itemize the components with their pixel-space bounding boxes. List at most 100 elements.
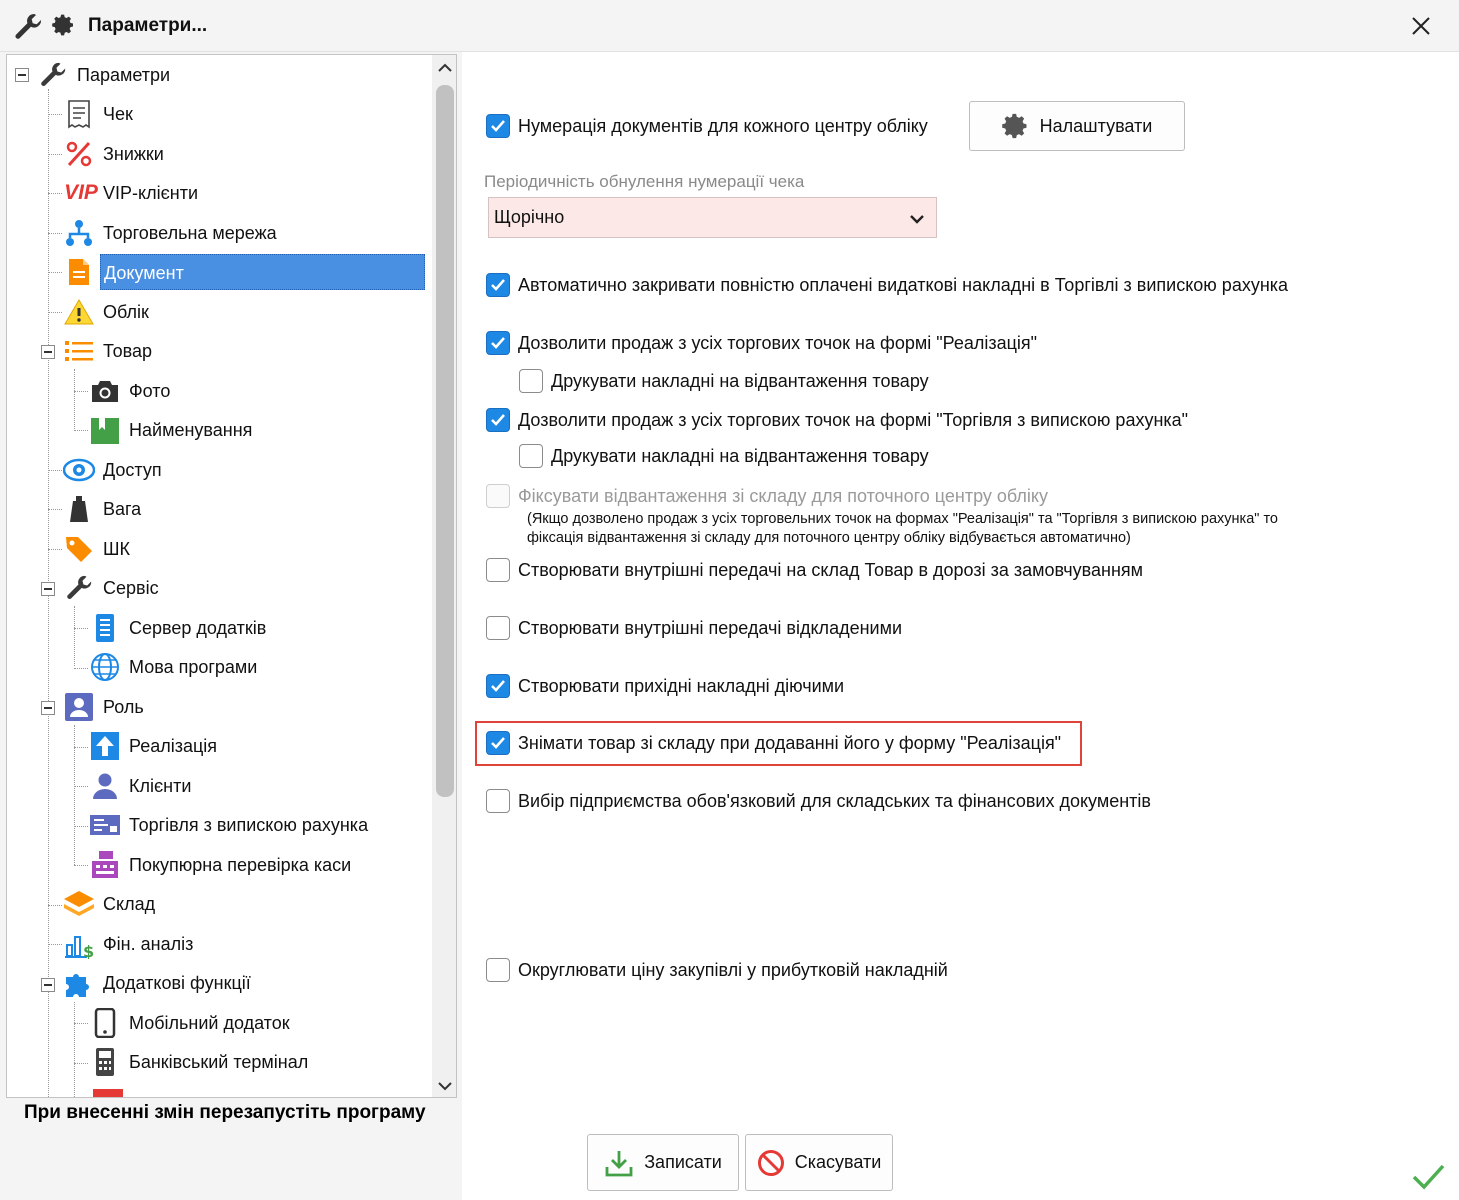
tree-item-label: Вага	[103, 499, 142, 519]
server-icon	[89, 612, 121, 644]
chevron-down-icon	[438, 1082, 452, 1091]
tree-item-label: Сервер додатків	[129, 618, 267, 638]
allow-sale-trade-option[interactable]: Дозволити продаж з усіх торгових точок н…	[486, 408, 1188, 432]
numbering-checkbox[interactable]	[486, 114, 510, 138]
cancel-button[interactable]: Скасувати	[745, 1134, 893, 1191]
expander-parametry[interactable]	[15, 68, 29, 82]
print-invoices-1-checkbox[interactable]	[519, 369, 543, 393]
enterprise-required-label: Вибір підприємства обов'язковий для скла…	[518, 790, 1151, 811]
tree-item-sklad[interactable]: Склад	[63, 886, 158, 922]
internal-transit-label: Створювати внутрішні передачі на склад Т…	[518, 559, 1144, 580]
round-price-checkbox[interactable]	[486, 958, 510, 982]
cancel-icon	[757, 1149, 785, 1177]
scroll-down-button[interactable]	[432, 1073, 456, 1097]
tree-item-kliienty[interactable]: Клієнти	[89, 768, 194, 804]
invoice-icon	[89, 809, 121, 841]
scroll-thumb[interactable]	[436, 85, 454, 797]
save-button-label: Записати	[644, 1152, 722, 1172]
tree-item-mobilnyi[interactable]: Мобільний додаток	[89, 1005, 293, 1041]
tree-item-oblik[interactable]: Облік	[63, 294, 152, 330]
tree-item-label: Торгівля з випискою рахунка	[129, 815, 369, 835]
upload-icon	[89, 730, 121, 762]
allow-sale-realization-option[interactable]: Дозволити продаж з усіх торгових точок н…	[486, 331, 1037, 355]
internal-transit-option[interactable]: Створювати внутрішні передачі на склад Т…	[486, 558, 1143, 582]
user-card-icon	[63, 691, 95, 723]
tree-item-mova[interactable]: Мова програми	[89, 649, 260, 685]
tree-item-foto[interactable]: Фото	[89, 373, 173, 409]
tree-item-label: Облік	[103, 302, 149, 322]
expander-servis[interactable]	[41, 582, 55, 596]
tree-item-pokupiurna[interactable]: Покупюрна перевірка каси	[89, 847, 354, 883]
tree-item-label: Товар	[103, 341, 152, 361]
print-invoices-2-option[interactable]: Друкувати накладні на відвантаження това…	[519, 444, 929, 468]
check-icon	[491, 680, 505, 692]
tree-item-label: Параметри	[77, 65, 171, 85]
tree-item-bank-terminal[interactable]: Банківський термінал	[89, 1044, 311, 1080]
round-price-option[interactable]: Округлювати ціну закупівлі у прибутковій…	[486, 958, 948, 982]
tree-item-vip[interactable]: VIP VIP-клієнти	[63, 175, 201, 211]
cash-register-icon	[89, 849, 121, 881]
close-button[interactable]	[1402, 8, 1440, 44]
numbering-option[interactable]: Нумерація документів для кожного центру …	[486, 114, 928, 138]
save-button[interactable]: Записати	[587, 1134, 739, 1191]
tree-item-server[interactable]: Сервер додатків	[89, 610, 269, 646]
tree-item-shk[interactable]: ШК	[63, 531, 133, 567]
tree-item-parametry[interactable]: Параметри	[37, 57, 173, 93]
tree-item-vaha[interactable]: Вага	[63, 491, 144, 527]
remove-stock-label: Знімати товар зі складу при додаванні йо…	[518, 732, 1062, 753]
tree-item-label: Чек	[103, 104, 133, 124]
check-icon	[491, 337, 505, 349]
tree-item-dostup[interactable]: Доступ	[63, 452, 165, 488]
print-invoices-1-option[interactable]: Друкувати накладні на відвантаження това…	[519, 369, 929, 393]
tree-item-naimenuvannia[interactable]: Найменування	[89, 412, 255, 448]
check-icon	[491, 414, 505, 426]
tree-item-realizatsiia[interactable]: Реалізація	[89, 728, 220, 764]
allow-sale-trade-checkbox[interactable]	[486, 408, 510, 432]
svg-text:$: $	[83, 942, 94, 959]
tree-item-dokument[interactable]: Документ	[63, 254, 425, 290]
tree-item-servis[interactable]: Сервіс	[63, 570, 162, 606]
incoming-active-option[interactable]: Створювати прихідні накладні діючими	[486, 674, 844, 698]
remove-stock-checkbox[interactable]	[486, 731, 510, 755]
eye-icon	[63, 454, 95, 486]
tree-item-label: Банківський термінал	[129, 1052, 309, 1072]
auto-close-checkbox[interactable]	[486, 273, 510, 297]
tree-item-fin-analiz[interactable]: $ Фін. аналіз	[63, 926, 196, 962]
incoming-active-checkbox[interactable]	[486, 674, 510, 698]
enterprise-required-checkbox[interactable]	[486, 789, 510, 813]
expander-dodatkovi[interactable]	[41, 978, 55, 992]
tree-item-torhivlia[interactable]: Торгівля з випискою рахунка	[89, 807, 371, 843]
period-label: Періодичність обнулення нумерації чека	[484, 172, 805, 191]
tree-item-dodatkovi[interactable]: Додаткові функції	[63, 965, 254, 1001]
gear-icon	[52, 14, 73, 36]
wrench-icon	[37, 59, 69, 91]
check-icon	[491, 737, 505, 749]
tree-item-label: Фото	[129, 381, 171, 401]
tree-item-label: Склад	[103, 894, 156, 914]
tree-item-chek[interactable]: Чек	[63, 96, 136, 132]
tree-item-torg-merezha[interactable]: Торговельна мережа	[63, 215, 280, 251]
scroll-up-button[interactable]	[432, 55, 456, 81]
auto-close-option[interactable]: Автоматично закривати повністю оплачені …	[486, 273, 1288, 297]
period-select[interactable]: Щорічно	[488, 197, 937, 238]
configure-button[interactable]: Налаштувати	[969, 101, 1185, 151]
tree-item-label: Мобільний додаток	[129, 1013, 290, 1033]
expander-rol[interactable]	[41, 701, 55, 715]
internal-transit-checkbox[interactable]	[486, 558, 510, 582]
tree-item-label: Клієнти	[129, 776, 192, 796]
internal-deferred-checkbox[interactable]	[486, 616, 510, 640]
remove-stock-option[interactable]: Знімати товар зі складу при додаванні йо…	[486, 731, 1061, 755]
tree-item-tovar[interactable]: Товар	[63, 333, 155, 369]
tree-item-partial-icon	[93, 1089, 123, 1097]
internal-deferred-option[interactable]: Створювати внутрішні передачі відкладени…	[486, 616, 902, 640]
tree-scrollbar[interactable]	[432, 55, 456, 1097]
print-invoices-2-checkbox[interactable]	[519, 444, 543, 468]
tree-item-znyzhky[interactable]: Знижки	[63, 136, 167, 172]
puzzle-icon	[63, 967, 95, 999]
enterprise-required-option[interactable]: Вибір підприємства обов'язковий для скла…	[486, 789, 1151, 813]
tree-item-rol[interactable]: Роль	[63, 689, 147, 725]
weight-icon	[63, 493, 95, 525]
allow-sale-realization-checkbox[interactable]	[486, 331, 510, 355]
expander-tovar[interactable]	[41, 345, 55, 359]
tree-item-label: Додаткові функції	[103, 973, 251, 993]
